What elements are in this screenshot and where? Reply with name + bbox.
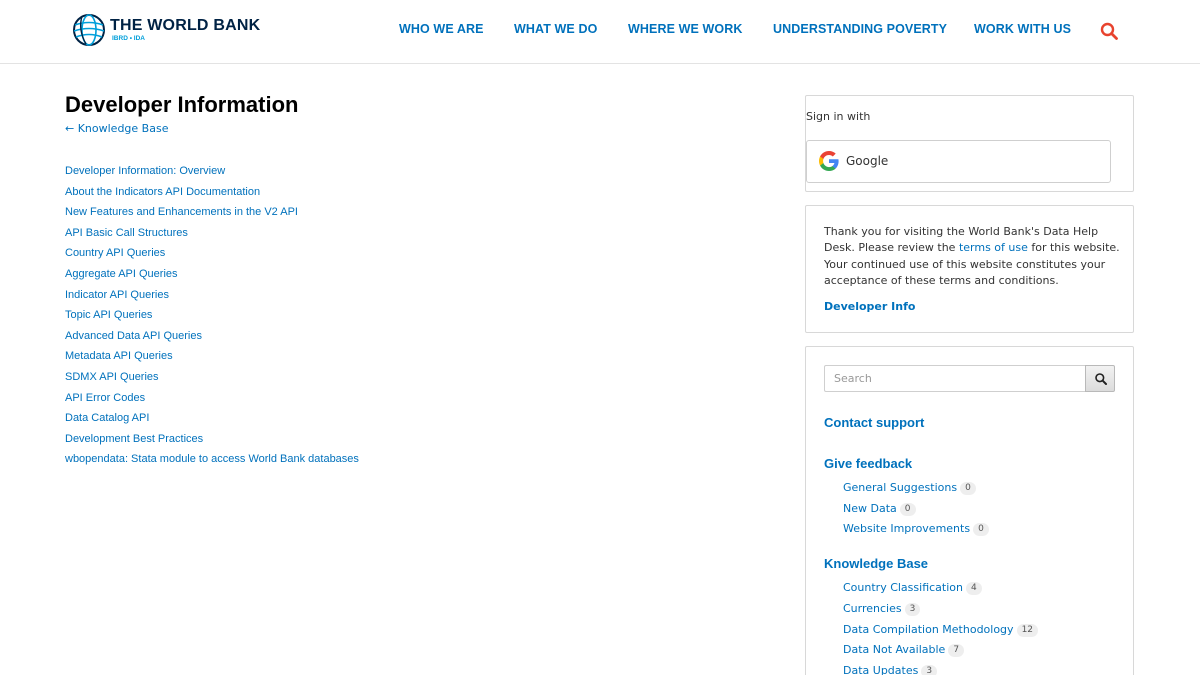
list-item: Topic API Queries xyxy=(65,307,359,328)
list-item: Country Classification 4 xyxy=(843,578,982,595)
give-feedback-heading[interactable]: Give feedback xyxy=(824,456,912,471)
count-badge: 0 xyxy=(960,482,976,495)
list-item: Website Improvements 0 xyxy=(843,519,989,536)
article-list: Developer Information: Overview About th… xyxy=(65,163,359,472)
search-icon[interactable] xyxy=(1100,22,1118,40)
list-item: API Basic Call Structures xyxy=(65,225,359,246)
count-badge: 12 xyxy=(1016,624,1039,637)
article-link[interactable]: Indicator API Queries xyxy=(65,289,169,301)
nav-where-we-work[interactable]: WHERE WE WORK xyxy=(628,22,742,36)
back-to-knowledge-base-link[interactable]: ← Knowledge Base xyxy=(65,122,168,135)
list-item: General Suggestions 0 xyxy=(843,478,976,495)
list-item: Data Updates 3 xyxy=(843,661,938,675)
list-item: SDMX API Queries xyxy=(65,369,359,390)
article-link[interactable]: Data Catalog API xyxy=(65,412,149,424)
list-item: About the Indicators API Documentation xyxy=(65,184,359,205)
search-input[interactable] xyxy=(824,365,1086,392)
help-navigation-panel: Contact support Give feedback General Su… xyxy=(805,346,1134,675)
sign-in-panel: Sign in with Google xyxy=(805,95,1134,192)
kb-category-link[interactable]: Country Classification xyxy=(843,581,963,594)
article-link[interactable]: Metadata API Queries xyxy=(65,350,173,362)
search-button[interactable] xyxy=(1085,365,1115,392)
list-item: Developer Information: Overview xyxy=(65,163,359,184)
article-link[interactable]: API Basic Call Structures xyxy=(65,227,188,239)
nav-what-we-do[interactable]: WHAT WE DO xyxy=(514,22,597,36)
count-badge: 3 xyxy=(904,603,921,616)
list-item: Advanced Data API Queries xyxy=(65,328,359,349)
page-title: Developer Information xyxy=(65,92,299,117)
contact-support-link[interactable]: Contact support xyxy=(824,415,924,430)
article-link[interactable]: Development Best Practices xyxy=(65,433,203,445)
count-badge: 4 xyxy=(965,582,982,595)
article-link[interactable]: Aggregate API Queries xyxy=(65,268,178,280)
world-bank-logo[interactable]: THE WORLD BANK IBRD • IDA xyxy=(72,13,260,51)
list-item: Data Compilation Methodology 12 xyxy=(843,620,1039,637)
article-link[interactable]: New Features and Enhancements in the V2 … xyxy=(65,206,298,218)
developer-info-link[interactable]: Developer Info xyxy=(824,300,915,313)
article-link[interactable]: wbopendata: Stata module to access World… xyxy=(65,453,359,465)
nav-work-with-us[interactable]: WORK WITH US xyxy=(974,22,1071,36)
list-item: New Features and Enhancements in the V2 … xyxy=(65,204,359,225)
nav-understanding-poverty[interactable]: UNDERSTANDING POVERTY xyxy=(773,22,947,36)
site-header: THE WORLD BANK IBRD • IDA WHO WE ARE WHA… xyxy=(0,0,1200,64)
kb-category-link[interactable]: Currencies xyxy=(843,602,902,615)
list-item: Country API Queries xyxy=(65,245,359,266)
feedback-category-link[interactable]: New Data xyxy=(843,502,897,515)
article-link[interactable]: Country API Queries xyxy=(65,247,165,259)
article-link[interactable]: API Error Codes xyxy=(65,392,145,404)
list-item: New Data 0 xyxy=(843,499,916,516)
kb-category-link[interactable]: Data Updates xyxy=(843,664,918,675)
knowledge-base-heading[interactable]: Knowledge Base xyxy=(824,556,928,571)
list-item: API Error Codes xyxy=(65,390,359,411)
logo-title: THE WORLD BANK xyxy=(110,17,261,34)
feedback-category-link[interactable]: General Suggestions xyxy=(843,481,957,494)
nav-who-we-are[interactable]: WHO WE ARE xyxy=(399,22,484,36)
list-item: Development Best Practices xyxy=(65,431,359,452)
article-link[interactable]: About the Indicators API Documentation xyxy=(65,186,260,198)
terms-info-panel: Thank you for visiting the World Bank's … xyxy=(805,205,1134,333)
kb-category-link[interactable]: Data Not Available xyxy=(843,643,945,656)
terms-of-use-link[interactable]: terms of use xyxy=(959,241,1028,254)
count-badge: 0 xyxy=(973,523,989,536)
globe-icon xyxy=(73,14,105,46)
terms-notice: Thank you for visiting the World Bank's … xyxy=(824,225,1120,287)
article-link[interactable]: Topic API Queries xyxy=(65,309,152,321)
google-icon xyxy=(819,151,839,171)
count-badge: 0 xyxy=(899,503,916,516)
search-form xyxy=(824,365,1115,392)
list-item: wbopendata: Stata module to access World… xyxy=(65,451,359,472)
list-item: Data Catalog API xyxy=(65,410,359,431)
list-item: Metadata API Queries xyxy=(65,348,359,369)
sign-in-label: Sign in with xyxy=(806,110,871,123)
article-link[interactable]: Developer Information: Overview xyxy=(65,165,225,177)
list-item: Data Not Available 7 xyxy=(843,640,965,657)
kb-category-link[interactable]: Data Compilation Methodology xyxy=(843,623,1014,636)
list-item: Indicator API Queries xyxy=(65,287,359,308)
google-label: Google xyxy=(846,154,889,168)
magnifier-icon xyxy=(1095,373,1107,385)
feedback-category-link[interactable]: Website Improvements xyxy=(843,522,970,535)
google-sign-in-button[interactable]: Google xyxy=(806,140,1111,183)
list-item: Aggregate API Queries xyxy=(65,266,359,287)
list-item: Currencies 3 xyxy=(843,599,921,616)
article-link[interactable]: Advanced Data API Queries xyxy=(65,330,202,342)
count-badge: 3 xyxy=(921,665,938,675)
logo-subtitle: IBRD • IDA xyxy=(112,35,145,42)
count-badge: 7 xyxy=(948,644,965,657)
article-link[interactable]: SDMX API Queries xyxy=(65,371,159,383)
